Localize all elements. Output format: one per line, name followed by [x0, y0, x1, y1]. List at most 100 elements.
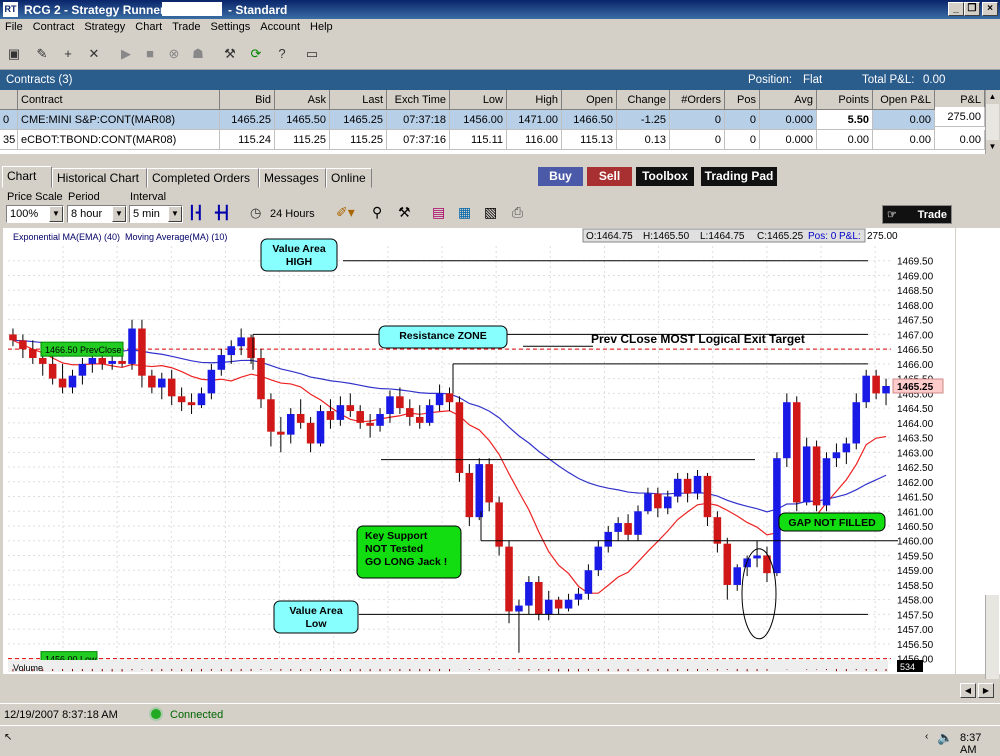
play-icon[interactable]: ▶: [116, 44, 136, 64]
candle-body: [88, 358, 97, 364]
menu-file[interactable]: File: [0, 19, 28, 35]
candle-body: [356, 411, 364, 423]
trade-button[interactable]: ☞ Trade: [882, 205, 952, 224]
column-header[interactable]: Ask: [275, 90, 330, 110]
column-header[interactable]: #Orders: [670, 90, 725, 110]
ema-label: Exponential MA(EMA) (40): [13, 232, 120, 242]
column-header[interactable]: High: [507, 90, 562, 110]
column-header[interactable]: Points: [817, 90, 873, 110]
draw-tool-icon[interactable]: ✐▾: [336, 204, 355, 221]
tray-arrow-icon[interactable]: ‹: [925, 731, 928, 742]
chevron-down-icon[interactable]: ▼: [112, 206, 126, 222]
candle-body: [783, 402, 791, 459]
indicator-icon[interactable]: ▦: [458, 204, 471, 221]
position-value: Flat: [803, 74, 823, 86]
add-icon[interactable]: +: [58, 44, 78, 64]
table-cell: 0.00: [873, 110, 935, 130]
tools-icon[interactable]: ⚒: [220, 44, 240, 64]
candle-body: [415, 416, 424, 423]
candle-body: [554, 599, 563, 609]
column-header[interactable]: Open P&L: [873, 90, 935, 110]
candle-chart-icon[interactable]: ╋┫: [215, 205, 231, 221]
status-bar: 12/19/2007 8:37:18 AM Connected: [0, 703, 1000, 725]
open-icon[interactable]: ✎: [32, 44, 52, 64]
menu-strategy[interactable]: Strategy: [79, 19, 130, 35]
y-tick-label: 1459.50: [897, 551, 934, 562]
toolbox-button[interactable]: Toolbox: [636, 167, 694, 186]
table-row[interactable]: 35 eCBOT:TBOND:CONT(MAR08) 115.24 115.25 115…: [0, 130, 985, 150]
menu-settings[interactable]: Settings: [206, 19, 256, 35]
minimize-button[interactable]: _: [948, 2, 964, 16]
table-cell: -1.25: [617, 110, 670, 130]
column-header[interactable]: Change: [617, 90, 670, 110]
hours-label[interactable]: 24 Hours: [270, 208, 315, 220]
volume-value: 534: [900, 662, 915, 672]
table-header[interactable]: Contract Bid Ask Last Exch Time Low High Open Ch…: [0, 90, 985, 110]
trading-pad-button[interactable]: Trading Pad: [701, 167, 777, 186]
table-scrollbar[interactable]: ▲ ▼: [985, 90, 999, 154]
help-icon[interactable]: ?: [272, 44, 292, 64]
save-icon[interactable]: ▣: [4, 44, 24, 64]
tab-online[interactable]: Online: [326, 168, 372, 188]
volume-icon[interactable]: 🔈: [937, 730, 953, 746]
last-price-text: 1465.25: [897, 382, 934, 393]
candle-body: [108, 360, 116, 364]
scroll-right-icon[interactable]: ▶: [978, 683, 994, 698]
column-header[interactable]: Pos: [725, 90, 760, 110]
tab-historical-chart[interactable]: Historical Chart: [52, 168, 147, 188]
message-icon[interactable]: ▭: [302, 44, 322, 64]
menu-trade[interactable]: Trade: [167, 19, 205, 35]
column-header[interactable]: [0, 90, 18, 110]
column-header[interactable]: Low: [450, 90, 507, 110]
template-icon[interactable]: ▧: [484, 204, 497, 221]
menu-chart[interactable]: Chart: [130, 19, 167, 35]
interval-select[interactable]: 5 min ▼: [129, 205, 183, 223]
candle-body: [872, 375, 880, 394]
price-chart[interactable]: 1469.50 1469.00 1468.50 1468.00 1467.50 1467.…: [3, 228, 955, 693]
hand-icon: ☞: [887, 209, 897, 221]
menu-account[interactable]: Account: [255, 19, 305, 35]
position-label: Position:: [748, 74, 793, 86]
table-row[interactable]: 0 CME:MINI S&P:CONT(MAR08) 1465.25 1465.50 1…: [0, 107, 985, 130]
candle-body: [326, 411, 335, 420]
scroll-left-icon[interactable]: ◀: [960, 683, 976, 698]
column-header[interactable]: Exch Time: [387, 90, 450, 110]
tab-chart[interactable]: Chart: [2, 166, 52, 188]
chart-properties-icon[interactable]: ▤: [432, 204, 445, 221]
candle-body: [306, 422, 315, 444]
column-header[interactable]: Contract: [18, 90, 220, 110]
period-select[interactable]: 8 hour ▼: [67, 205, 127, 223]
cancel-icon[interactable]: ⊗: [164, 44, 184, 64]
delete-icon[interactable]: ✕: [84, 44, 104, 64]
column-header[interactable]: Last: [330, 90, 387, 110]
chart-vscroll[interactable]: [985, 595, 999, 679]
tab-messages[interactable]: Messages: [259, 168, 326, 188]
print-icon[interactable]: ⎙: [512, 204, 523, 221]
zoom-icon[interactable]: ⚲: [372, 204, 382, 221]
column-header[interactable]: Bid: [220, 90, 275, 110]
price-scale-select[interactable]: 100% ▼: [6, 205, 64, 223]
menu-contract[interactable]: Contract: [28, 19, 80, 35]
key-support-label-text: Key Support: [365, 530, 428, 542]
chevron-down-icon[interactable]: ▼: [49, 206, 63, 222]
column-header[interactable]: Avg: [760, 90, 817, 110]
scroll-up-icon[interactable]: ▲: [986, 90, 999, 104]
chevron-down-icon[interactable]: ▼: [168, 206, 182, 222]
candle-body: [217, 355, 226, 370]
clock-icon[interactable]: ◷: [250, 205, 261, 221]
close-button[interactable]: ×: [982, 2, 998, 16]
buy-button[interactable]: Buy: [538, 167, 583, 186]
stop-icon[interactable]: ■: [140, 44, 160, 64]
flatten-icon[interactable]: ☗: [188, 44, 208, 64]
tools-icon[interactable]: ⚒: [398, 204, 411, 221]
menu-help[interactable]: Help: [305, 19, 338, 35]
chart-hscroll[interactable]: ◀ ▶: [0, 680, 1000, 700]
scroll-down-icon[interactable]: ▼: [986, 140, 999, 154]
tab-completed-orders[interactable]: Completed Orders: [147, 168, 259, 188]
sell-button[interactable]: Sell: [587, 167, 632, 186]
interval-value: 5 min: [133, 208, 160, 220]
refresh-icon[interactable]: ⟳: [246, 44, 266, 64]
column-header[interactable]: Open: [562, 90, 617, 110]
bar-chart-icon[interactable]: ┃┫: [188, 205, 204, 221]
restore-button[interactable]: ❐: [964, 2, 980, 16]
